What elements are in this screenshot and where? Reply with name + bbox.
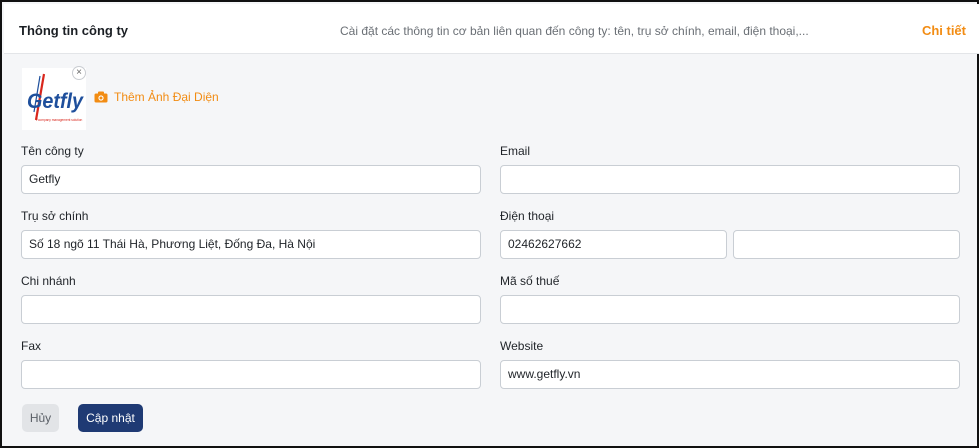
page-description: Cài đặt các thông tin cơ bản liên quan đ…	[340, 24, 809, 38]
headquarters-input[interactable]: Số 18 ngõ 11 Thái Hà, Phương Liệt, Đống …	[21, 230, 481, 259]
page-title: Thông tin công ty	[19, 23, 129, 38]
camera-icon	[94, 91, 108, 103]
company-info-panel: Thông tin công ty Cài đặt các thông tin …	[0, 0, 979, 448]
branch-label: Chi nhánh	[21, 274, 76, 288]
website-label: Website	[500, 339, 544, 353]
email-label: Email	[500, 144, 531, 158]
tax-code-input[interactable]	[500, 295, 960, 324]
phone-input-secondary[interactable]	[733, 230, 960, 259]
company-name-label: Tên công ty	[21, 144, 84, 158]
panel-header: Thông tin công ty Cài đặt các thông tin …	[4, 4, 979, 54]
website-input[interactable]: www.getfly.vn	[500, 360, 960, 389]
fax-label: Fax	[21, 339, 42, 353]
add-avatar-button[interactable]: Thêm Ảnh Đại Diện	[94, 90, 219, 104]
phone-input[interactable]: 02462627662	[500, 230, 727, 259]
company-logo: Getfly Fcompany management solution ×	[22, 66, 86, 130]
logo-text: Getfly	[27, 90, 84, 113]
add-avatar-label: Thêm Ảnh Đại Diện	[114, 90, 219, 104]
fax-input[interactable]	[21, 360, 481, 389]
update-button[interactable]: Cập nhật	[78, 404, 143, 432]
headquarters-label: Trụ sở chính	[21, 209, 89, 223]
remove-logo-icon[interactable]: ×	[72, 66, 86, 80]
company-name-input[interactable]: Getfly	[21, 165, 481, 194]
branch-input[interactable]	[21, 295, 481, 324]
detail-link[interactable]: Chi tiết	[922, 23, 966, 38]
tax-code-label: Mã số thuế	[500, 274, 560, 288]
email-input[interactable]	[500, 165, 960, 194]
phone-label: Điện thoại	[500, 209, 555, 223]
logo-tagline: Fcompany management solution	[36, 118, 82, 122]
cancel-button[interactable]: Hủy	[22, 404, 59, 432]
